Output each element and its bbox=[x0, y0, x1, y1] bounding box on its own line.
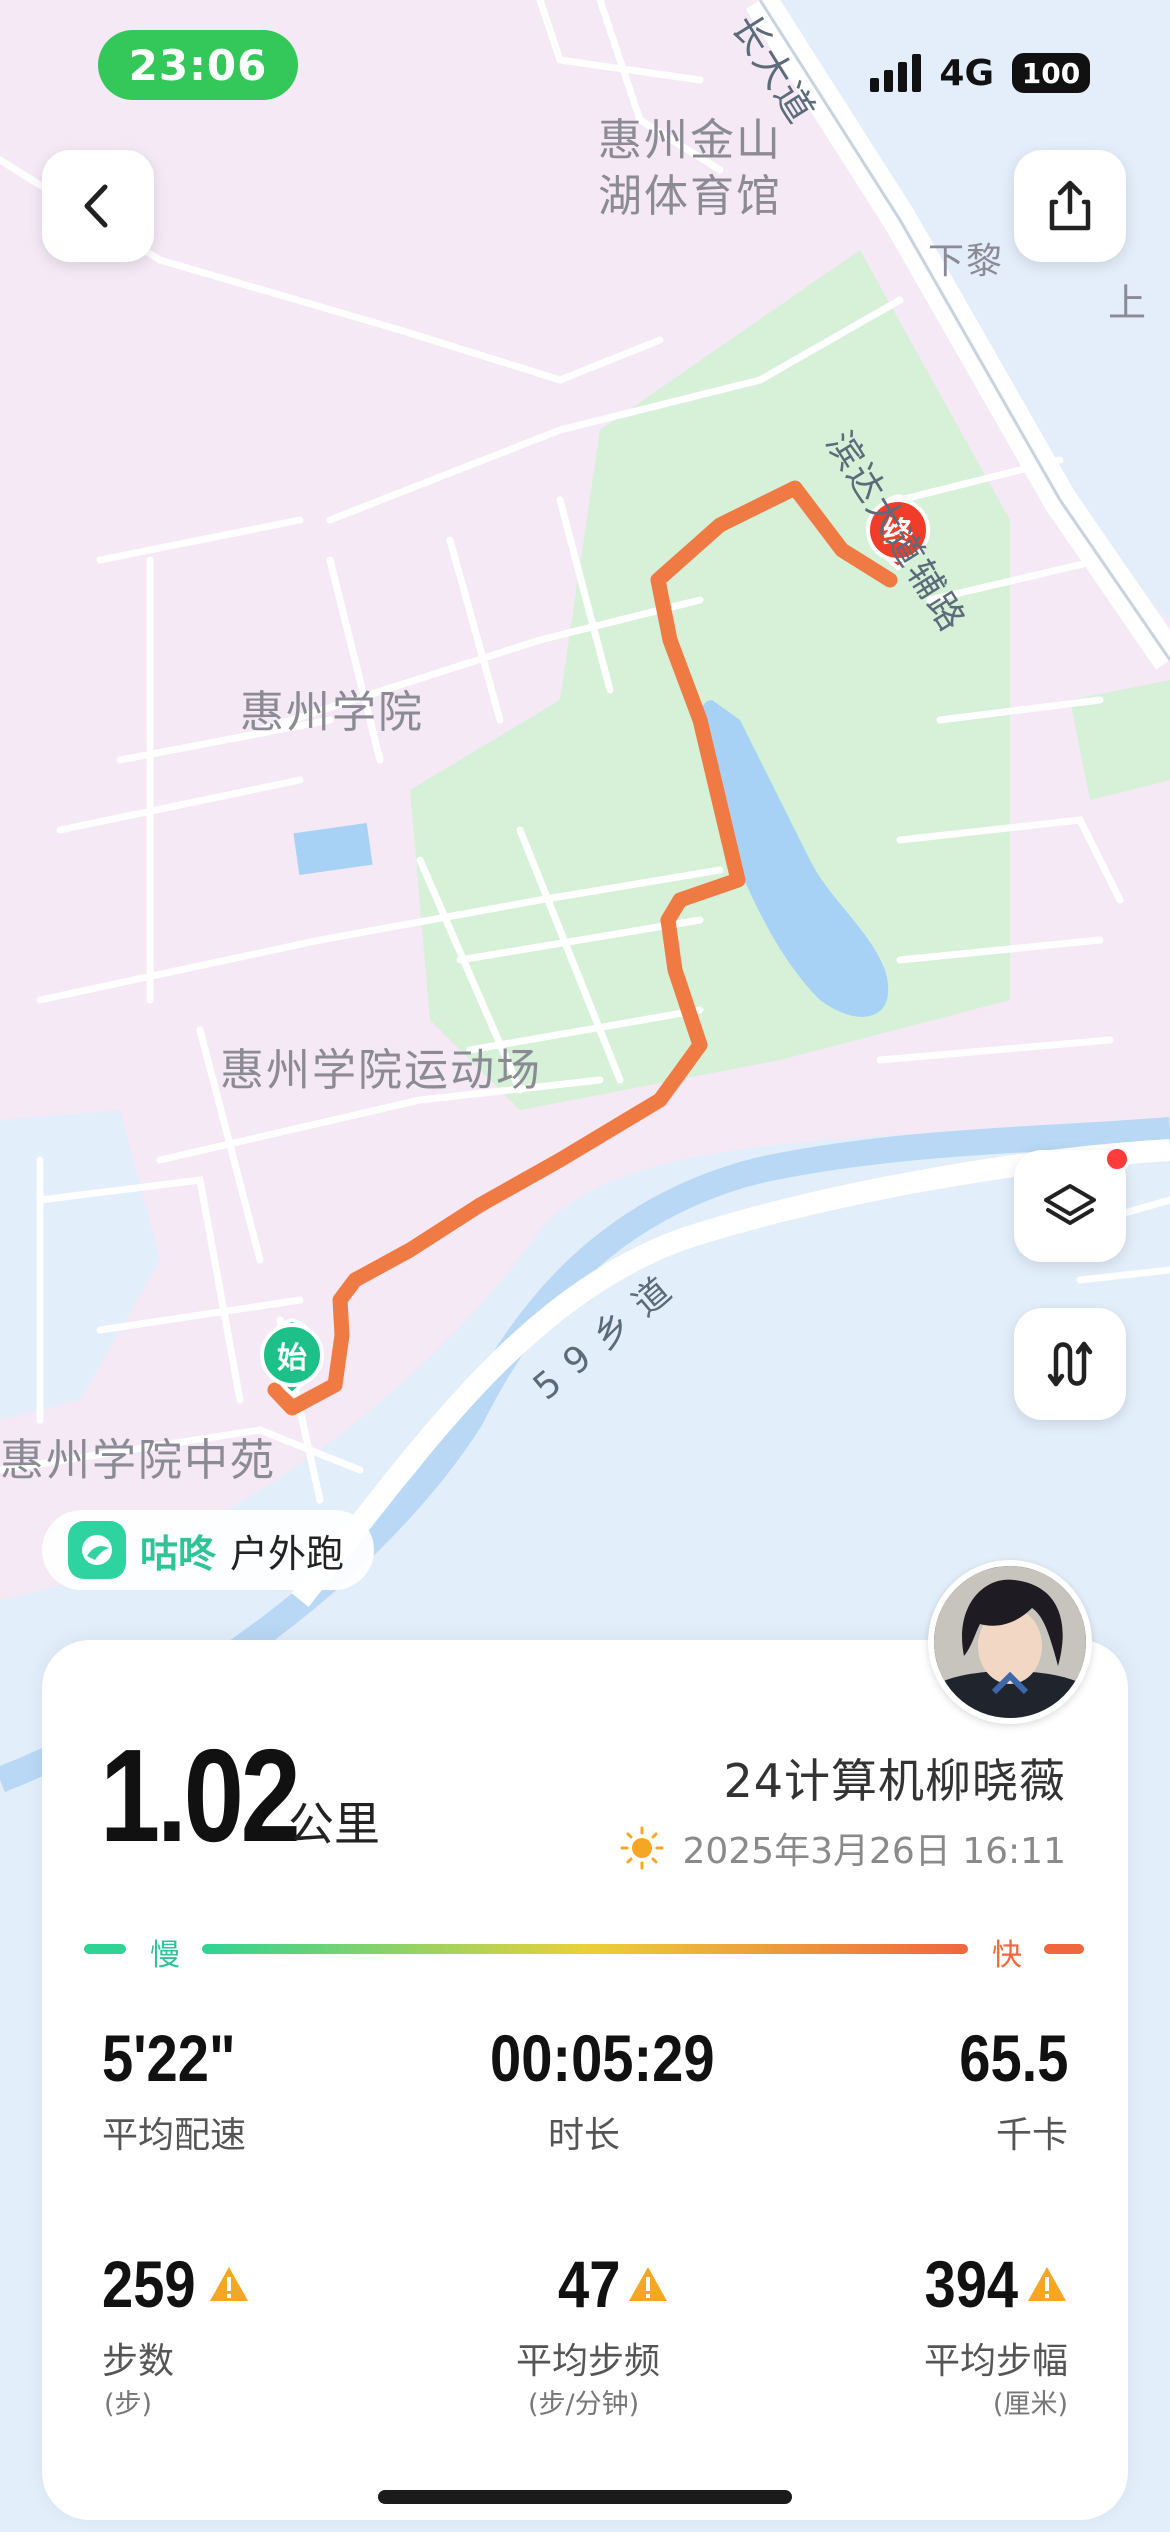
pace-legend: 慢 快 bbox=[84, 1930, 1084, 1973]
start-marker-label: 始 bbox=[277, 1341, 307, 1376]
map-label-xiali: 下黎 bbox=[928, 241, 1005, 282]
stat-calories-label: 千卡 bbox=[995, 2115, 1068, 2156]
map-label-college: 惠州学院 bbox=[240, 687, 424, 738]
distance-unit: 公里 bbox=[288, 1797, 380, 1851]
layers-icon bbox=[1044, 1184, 1096, 1225]
stat-cadence-value: 47 bbox=[558, 2247, 621, 2321]
map-label-shang: 上 bbox=[1108, 281, 1149, 325]
map-label-sports-field: 惠州学院运动场 bbox=[220, 1045, 542, 1096]
stat-duration-value: 00:05:29 bbox=[490, 2021, 715, 2095]
status-indicators: 4G 100 bbox=[870, 48, 1090, 98]
activity-type: 户外跑 bbox=[230, 1531, 345, 1576]
run-datetime: 2025年3月26日 16:11 bbox=[682, 1831, 1066, 1872]
sunny-weather-icon bbox=[620, 1826, 664, 1870]
route-icon bbox=[1047, 1341, 1093, 1387]
chevron-left-icon bbox=[84, 184, 108, 228]
stat-steps-unit: (步) bbox=[104, 2389, 153, 2420]
stat-pace-value: 5'22" bbox=[102, 2021, 236, 2095]
pace-slow-label: 慢 bbox=[150, 1938, 180, 1973]
stat-stride-value-row: 394 bbox=[908, 2246, 1068, 2322]
signal-icon bbox=[870, 54, 922, 92]
battery-icon: 100 bbox=[1012, 53, 1090, 93]
distance-value: 1.02 bbox=[100, 1722, 301, 1869]
network-type: 4G bbox=[939, 52, 994, 94]
stat-stride-value: 394 bbox=[924, 2247, 1018, 2321]
codoon-logo-icon bbox=[68, 1521, 126, 1579]
stat-duration-label: 时长 bbox=[548, 2115, 621, 2156]
map-label-stadium-1: 惠州金山 bbox=[598, 115, 782, 166]
stat-stride-unit: (厘米) bbox=[992, 2389, 1068, 2420]
stat-cadence-value-row: 47 bbox=[558, 2246, 669, 2322]
warning-icon[interactable] bbox=[208, 2265, 250, 2303]
back-button[interactable] bbox=[42, 150, 154, 262]
map-label-zhongyuan: 惠州学院中苑 bbox=[0, 1435, 276, 1486]
stat-steps-value-row: 259 bbox=[102, 2246, 250, 2322]
pace-fast-label: 快 bbox=[992, 1938, 1022, 1973]
warning-icon[interactable] bbox=[627, 2265, 669, 2303]
run-datetime-row: 2025年3月26日 16:11 bbox=[620, 1822, 1066, 1874]
stat-steps-value: 259 bbox=[102, 2247, 196, 2321]
brand-name: 咕咚 bbox=[140, 1531, 217, 1576]
stat-pace-label: 平均配速 bbox=[102, 2115, 247, 2156]
home-indicator[interactable] bbox=[378, 2490, 792, 2504]
stat-stride-label: 平均步幅 bbox=[923, 2341, 1068, 2382]
share-icon bbox=[1049, 180, 1091, 231]
status-time: 23:06 bbox=[98, 30, 298, 100]
stat-cadence-unit: (步/分钟) bbox=[528, 2389, 640, 2420]
stat-cadence-label: 平均步频 bbox=[516, 2341, 661, 2382]
user-name: 24计算机柳晓薇 bbox=[723, 1754, 1066, 1808]
avatar[interactable] bbox=[928, 1560, 1092, 1724]
stat-calories-value: 65.5 bbox=[958, 2021, 1068, 2095]
layers-notification-dot bbox=[1104, 1146, 1130, 1172]
route-toggle-button[interactable] bbox=[1014, 1308, 1126, 1420]
share-button[interactable] bbox=[1014, 150, 1126, 262]
map-label-stadium-2: 湖体育馆 bbox=[598, 171, 782, 222]
stat-steps-label: 步数 bbox=[102, 2341, 175, 2382]
app-brand-badge: 咕咚 户外跑 bbox=[42, 1510, 375, 1590]
warning-icon[interactable] bbox=[1026, 2265, 1068, 2303]
